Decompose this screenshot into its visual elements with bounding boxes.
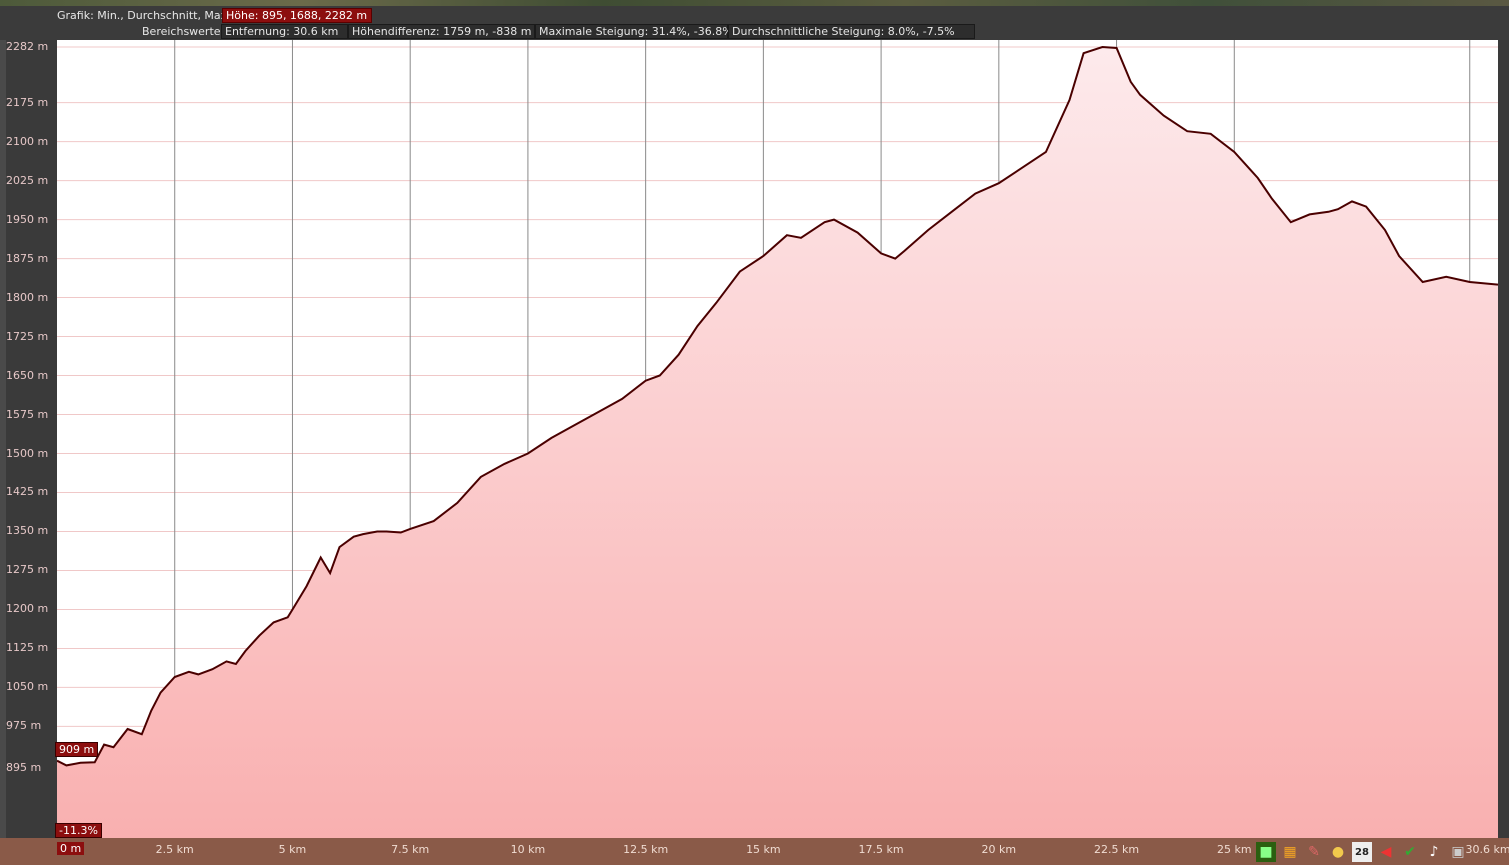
- x-tick-label: 0 m: [57, 842, 85, 855]
- distance-box[interactable]: Entfernung: 30.6 km: [221, 24, 348, 39]
- network-tool-icon[interactable]: ✎: [1304, 842, 1324, 862]
- y-tick-label: 975 m: [6, 719, 42, 733]
- avg-slope-box[interactable]: Durchschnittliche Steigung: 8.0%, -7.5%: [728, 24, 975, 39]
- system-tray: ■ ▦ ✎ ● 28 ◀ ✔ ♪ ▣: [1256, 840, 1509, 864]
- elevation-area: [57, 47, 1498, 838]
- height-stats-box[interactable]: Höhe: 895, 1688, 2282 m: [222, 8, 372, 23]
- x-tick-label: 22.5 km: [1094, 843, 1140, 856]
- y-tick-label: 1200 m: [6, 602, 49, 616]
- y-tick-label: 1875 m: [6, 251, 49, 265]
- graph-type-label: Grafik: Min., Durchschnitt, Max.: [57, 9, 231, 22]
- y-tick-label: 1425 m: [6, 485, 49, 499]
- y-tick-label: 1725 m: [6, 329, 49, 343]
- y-tick-label: 1650 m: [6, 368, 49, 382]
- left-edge: [0, 40, 6, 838]
- security-icon[interactable]: ✔: [1400, 842, 1420, 862]
- volume-icon[interactable]: ◀: [1376, 842, 1396, 862]
- x-tick-label: 2.5 km: [155, 843, 194, 856]
- y-tick-label: 2282 m: [6, 40, 49, 53]
- height-difference-box[interactable]: Höhendifferenz: 1759 m, -838 m: [348, 24, 535, 39]
- right-edge: [1498, 40, 1509, 838]
- y-tick-label: 1500 m: [6, 446, 49, 460]
- y-tick-label: 1950 m: [6, 212, 49, 226]
- y-tick-label: 895 m: [6, 761, 42, 774]
- y-tick-label: 1575 m: [6, 407, 49, 421]
- range-values-label: Bereichswerte:: [142, 25, 225, 38]
- y-tick-label: 1050 m: [6, 680, 49, 694]
- header-row-2: Bereichswerte: Entfernung: 30.6 km Höhen…: [0, 24, 1509, 39]
- calendar-icon[interactable]: 28: [1352, 842, 1372, 862]
- x-tick-label: 20 km: [981, 843, 1017, 856]
- windows-flag-icon[interactable]: ▦: [1280, 842, 1300, 862]
- start-height-marker: 909 m: [55, 742, 99, 757]
- start-slope-marker: -11.3%: [55, 823, 102, 838]
- x-tick-label: 5 km: [278, 843, 307, 856]
- network-icon[interactable]: ▣: [1448, 842, 1468, 862]
- x-tick-label: 17.5 km: [858, 843, 904, 856]
- y-tick-label: 2175 m: [6, 95, 49, 109]
- x-tick-label: 25 km: [1216, 843, 1252, 856]
- nvidia-icon[interactable]: ■: [1256, 842, 1276, 862]
- y-tick-label: 2100 m: [6, 134, 49, 148]
- x-tick-label: 15 km: [746, 843, 781, 856]
- max-slope-box[interactable]: Maximale Steigung: 31.4%, -36.8%: [535, 24, 733, 39]
- y-tick-label: 1800 m: [6, 290, 49, 304]
- header-row-1: Grafik: Min., Durchschnitt, Max. Höhe: 8…: [0, 8, 1509, 23]
- elevation-chart-svg: [57, 40, 1498, 838]
- x-tick-label: 10 km: [510, 843, 546, 856]
- palette-icon[interactable]: ●: [1328, 842, 1348, 862]
- y-tick-label: 1350 m: [6, 524, 49, 538]
- info-header: Grafik: Min., Durchschnitt, Max. Höhe: 8…: [0, 6, 1509, 40]
- speaker-icon[interactable]: ♪: [1424, 842, 1444, 862]
- y-tick-label: 2025 m: [6, 173, 49, 187]
- elevation-profile-chart[interactable]: [57, 40, 1498, 838]
- x-tick-label: 7.5 km: [391, 843, 430, 856]
- y-tick-label: 1125 m: [6, 641, 49, 655]
- y-tick-label: 1275 m: [6, 563, 49, 577]
- x-tick-label: 12.5 km: [623, 843, 669, 856]
